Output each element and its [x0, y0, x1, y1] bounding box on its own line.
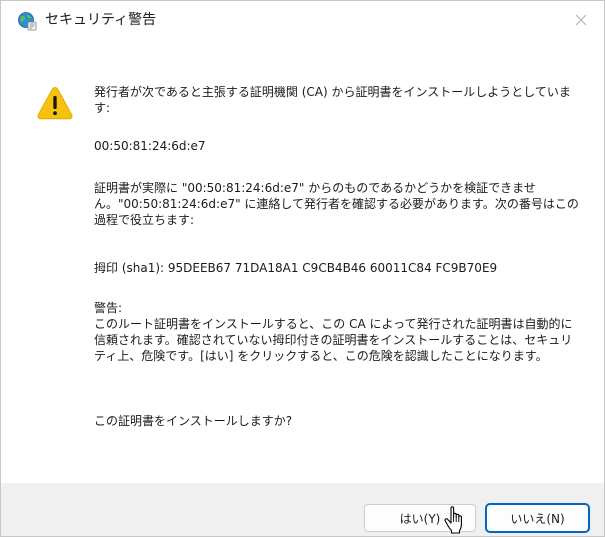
security-warning-dialog: セキュリティ警告 発行者が次であると主張する証明機関 (CA) から証明書をイン…: [0, 0, 605, 537]
install-question: この証明書をインストールしますか?: [94, 414, 293, 428]
warning-heading: 警告:: [94, 301, 123, 315]
yes-button[interactable]: はい(Y): [364, 504, 476, 532]
no-button[interactable]: いいえ(N): [486, 504, 589, 532]
dialog-content: 発行者が次であると主張する証明機関 (CA) から証明書をインストールしようとし…: [1, 39, 604, 482]
warning-body: このルート証明書をインストールすると、この CA によって発行された証明書は自動…: [94, 317, 573, 363]
button-bar: はい(Y) いいえ(N): [1, 483, 604, 536]
globe-shield-icon: [17, 11, 37, 31]
dialog-title: セキュリティ警告: [45, 12, 157, 28]
issuer-serial: 00:50:81:24:6d:e7: [94, 139, 206, 153]
thumbprint-text: 拇印 (sha1): 95DEEB67 71DA18A1 C9CB4B46 60…: [94, 261, 498, 275]
intro-text: 発行者が次であると主張する証明機関 (CA) から証明書をインストールしようとし…: [94, 85, 571, 115]
close-icon: [575, 10, 587, 31]
warning-icon: [37, 86, 73, 120]
title-bar: セキュリティ警告: [1, 1, 604, 39]
verify-text: 証明書が実際に "00:50:81:24:6d:e7" からのものであるかどうか…: [94, 181, 579, 227]
close-button[interactable]: [558, 1, 604, 39]
warning-block: 警告: このルート証明書をインストールすると、この CA によって発行された証明…: [94, 300, 584, 364]
